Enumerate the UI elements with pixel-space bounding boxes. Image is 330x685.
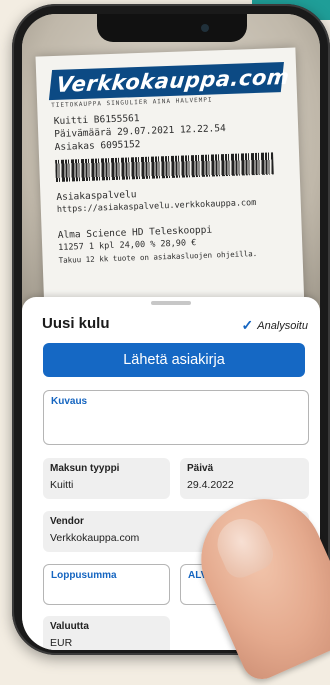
- receipt-paper: Verkkokauppa.com TIETOKAUPPA SINGULIER A…: [35, 47, 305, 319]
- payment-type-value: Kuitti: [50, 479, 74, 491]
- drag-handle[interactable]: [151, 301, 191, 305]
- currency-value: EUR: [50, 637, 73, 649]
- checkmark-icon: ✓: [241, 317, 254, 333]
- receipt-line: Kuitti B6155561: [53, 113, 140, 128]
- date-label: Päivä: [187, 463, 214, 474]
- date-field[interactable]: Päivä 29.4.2022: [180, 458, 309, 499]
- total-amount-label: Loppusumma: [51, 570, 117, 581]
- description-label: Kuvaus: [51, 396, 88, 407]
- receipt-line: Asiakas 6095152: [54, 139, 141, 153]
- sheet-title: Uusi kulu: [42, 315, 110, 332]
- receipt-logo: Verkkokauppa.com: [48, 61, 291, 101]
- receipt-line: Asiakaspalvelu: [56, 189, 137, 203]
- send-document-button[interactable]: Lähetä asiakirja: [43, 343, 305, 377]
- camera-icon: [201, 24, 209, 32]
- receipt-line: 11257 1 kpl 24,00 % 28,90 €: [58, 238, 197, 253]
- analyzed-status: ✓ Analysoitu: [242, 317, 309, 334]
- currency-label: Valuutta: [50, 621, 89, 632]
- fingernail: [209, 511, 278, 583]
- description-field[interactable]: Kuvaus: [43, 390, 309, 445]
- payment-type-label: Maksun tyyppi: [50, 463, 120, 474]
- currency-field[interactable]: Valuutta EUR: [43, 616, 170, 650]
- date-value: 29.4.2022: [187, 479, 234, 491]
- phone-notch: [97, 14, 247, 42]
- payment-type-field[interactable]: Maksun tyyppi Kuitti: [43, 458, 170, 499]
- analyzed-label: Analysoitu: [257, 319, 308, 332]
- total-amount-field[interactable]: Loppusumma: [43, 564, 170, 605]
- receipt-photo: Verkkokauppa.com TIETOKAUPPA SINGULIER A…: [22, 14, 320, 319]
- receipt-barcode: [55, 152, 274, 182]
